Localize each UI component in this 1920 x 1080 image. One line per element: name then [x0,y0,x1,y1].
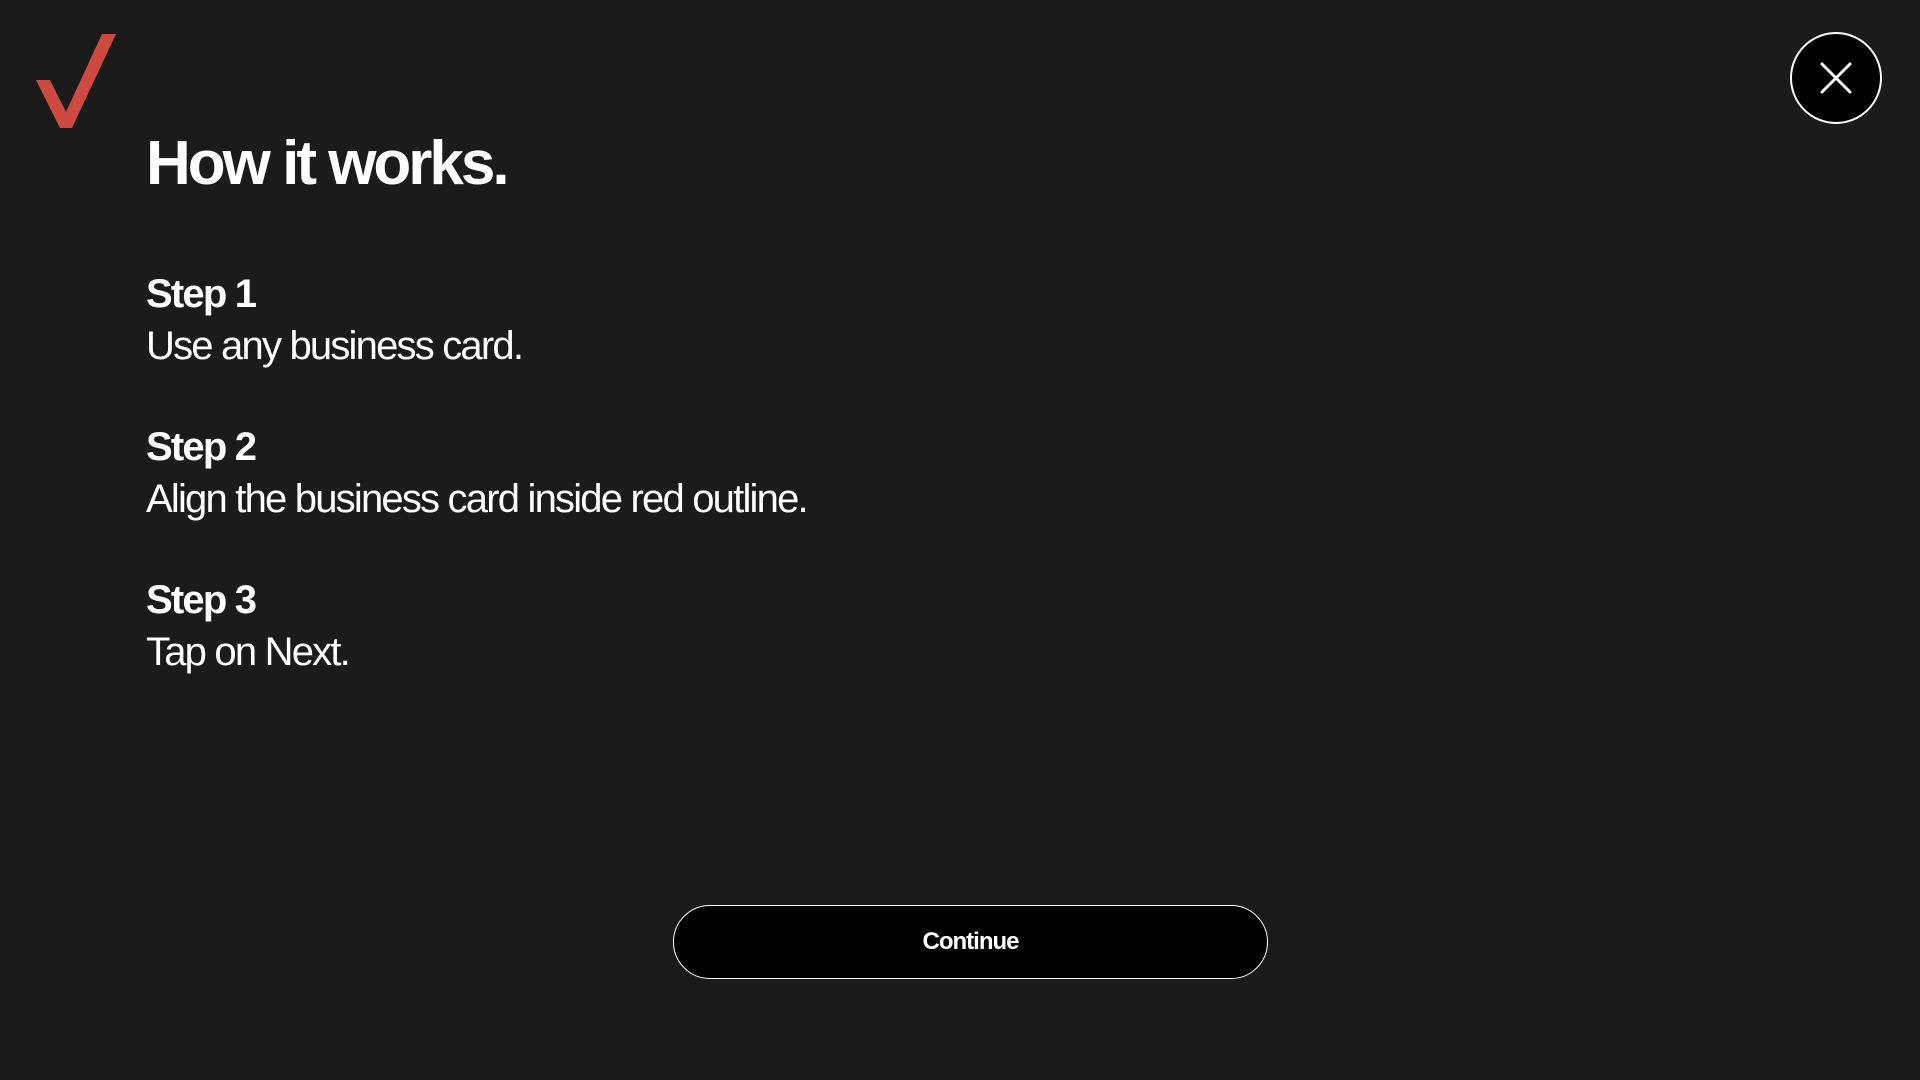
step-description: Align the business card inside red outli… [146,477,809,521]
close-button[interactable] [1790,32,1882,124]
step-item: Step 2 Align the business card inside re… [146,421,1346,574]
step-heading: Step 3 [146,578,257,622]
step-item: Step 3 Tap on Next. [146,574,1346,727]
page-title: How it works. [146,129,510,198]
continue-button[interactable]: Continue [673,905,1268,979]
step-heading: Step 2 [146,425,257,469]
how-it-works-screen: How it works. Step 1 Use any business ca… [0,0,1920,1080]
steps-list: Step 1 Use any business card. Step 2 Ali… [146,268,1346,727]
step-item: Step 1 Use any business card. [146,268,1346,421]
close-icon [1820,62,1852,94]
step-heading: Step 1 [146,272,257,316]
step-description: Use any business card. [146,324,524,368]
step-description: Tap on Next. [146,630,351,674]
verizon-checkmark-icon [36,32,116,128]
